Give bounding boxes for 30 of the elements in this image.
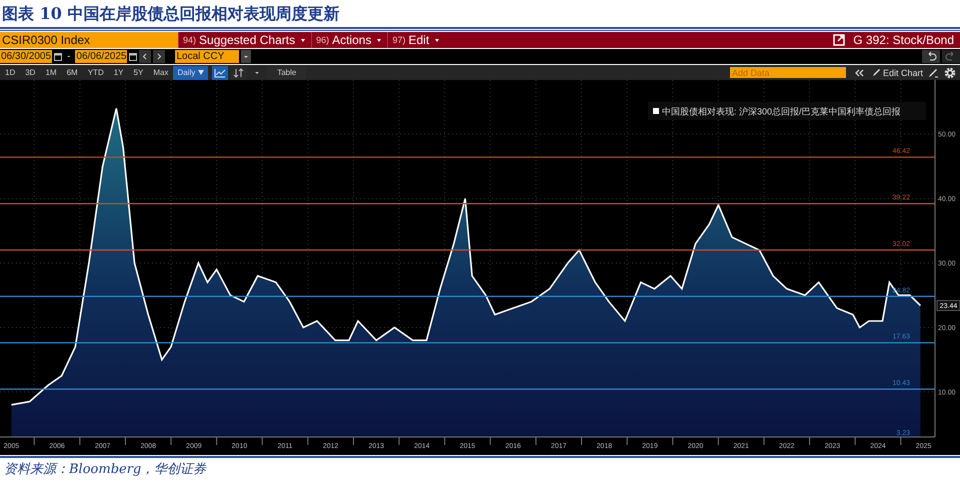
range-button[interactable]: 3D bbox=[20, 66, 40, 80]
range-button[interactable]: 5Y bbox=[128, 66, 148, 80]
settings-icon[interactable] bbox=[943, 66, 957, 80]
figure-title: 图表 10 中国在岸股债总回报相对表现周度更新 bbox=[1, 3, 340, 25]
range-button[interactable]: 6M bbox=[62, 66, 83, 80]
range-button[interactable]: YTD bbox=[82, 66, 109, 80]
calendar-icon[interactable] bbox=[129, 52, 138, 61]
source-note: 资料来源：Bloomberg，华创证券 bbox=[3, 461, 208, 479]
chart-name: G 392: Stock/Bond bbox=[853, 33, 955, 47]
table-button[interactable]: Table bbox=[267, 66, 306, 80]
range-button[interactable]: Max bbox=[148, 66, 174, 80]
add-data-field[interactable]: Add Data bbox=[730, 67, 846, 78]
range-button[interactable]: 1M bbox=[40, 66, 62, 80]
start-date-field[interactable]: 06/30/2005 bbox=[0, 50, 52, 63]
end-date-field[interactable]: 06/06/2025 bbox=[75, 50, 128, 63]
calendar-icon[interactable] bbox=[54, 52, 62, 61]
undo-icon[interactable] bbox=[922, 50, 940, 63]
popout-icon[interactable] bbox=[833, 34, 846, 46]
range-button[interactable]: 1D bbox=[0, 66, 20, 80]
frequency-dropdown[interactable]: Daily bbox=[173, 66, 208, 80]
line-chart-icon[interactable] bbox=[212, 66, 228, 80]
dropdown-icon[interactable] bbox=[241, 50, 252, 63]
pencil-icon bbox=[872, 68, 881, 77]
next-icon[interactable] bbox=[153, 50, 166, 63]
date-separator: - bbox=[66, 51, 72, 62]
security-field[interactable]: CSIR0300 Index bbox=[0, 32, 178, 48]
previous-icon[interactable] bbox=[139, 50, 152, 63]
currency-field[interactable]: Local CCY bbox=[175, 50, 240, 63]
legend-label: 中国股债相对表现: 沪深300总回报/巴克莱中国利率债总回报 bbox=[662, 106, 901, 116]
range-button[interactable]: 1Y bbox=[108, 66, 129, 80]
